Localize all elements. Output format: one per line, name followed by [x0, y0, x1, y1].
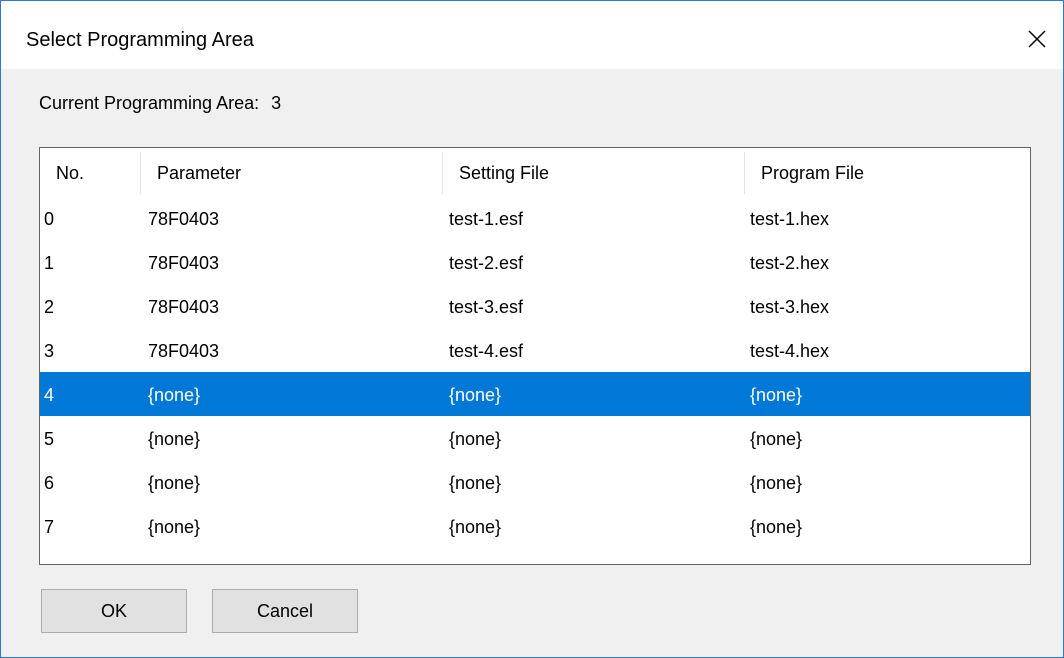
cell-setting-file: {none}: [449, 517, 502, 537]
cell-parameter: {none}: [148, 473, 201, 493]
select-programming-area-dialog: Select Programming Area Current Programm…: [0, 0, 1064, 658]
cell-program-file: test-1.hex: [750, 209, 830, 229]
cell-no: 7: [44, 517, 55, 537]
programming-area-list[interactable]: No. Parameter Setting File Program File …: [39, 147, 1031, 565]
column-header-parameter[interactable]: Parameter: [141, 148, 442, 196]
close-button[interactable]: [1017, 19, 1057, 59]
cell-setting-file: {none}: [449, 385, 502, 405]
cell-program-file: {none}: [750, 473, 803, 493]
cell-setting-file: {none}: [449, 429, 502, 449]
cell-parameter: {none}: [148, 429, 201, 449]
table-row-selected[interactable]: 4 {none} {none} {none}: [40, 372, 1030, 416]
cell-setting-file: {none}: [449, 473, 502, 493]
cell-setting-file: test-4.esf: [449, 341, 524, 361]
table-row[interactable]: 5 {none} {none} {none}: [40, 416, 1030, 460]
table-row[interactable]: 3 78F0403 test-4.esf test-4.hex: [40, 328, 1030, 372]
cell-program-file: test-3.hex: [750, 297, 830, 317]
cell-no: 2: [44, 297, 55, 317]
current-area-label: Current Programming Area:: [39, 93, 260, 113]
column-header-no[interactable]: No.: [40, 148, 140, 196]
cell-parameter: {none}: [148, 517, 201, 537]
cell-parameter: {none}: [148, 385, 201, 405]
current-programming-area: Current Programming Area: 3: [39, 93, 281, 114]
cell-no: 3: [44, 341, 55, 361]
ok-button[interactable]: OK: [41, 589, 187, 633]
cell-parameter: 78F0403: [148, 253, 220, 273]
cell-program-file: {none}: [750, 517, 803, 537]
list-header: No. Parameter Setting File Program File: [40, 148, 1030, 196]
current-area-value: 3: [271, 93, 282, 113]
cell-no: 6: [44, 473, 55, 493]
cell-setting-file: test-3.esf: [449, 297, 524, 317]
table-row[interactable]: 1 78F0403 test-2.esf test-2.hex: [40, 240, 1030, 284]
table-row[interactable]: 2 78F0403 test-3.esf test-3.hex: [40, 284, 1030, 328]
column-header-setting-file[interactable]: Setting File: [443, 148, 744, 196]
table-row[interactable]: 7 {none} {none} {none}: [40, 504, 1030, 548]
cell-parameter: 78F0403: [148, 297, 220, 317]
table-row[interactable]: 0 78F0403 test-1.esf test-1.hex: [40, 196, 1030, 240]
cell-no: 4: [44, 385, 55, 405]
cancel-button[interactable]: Cancel: [212, 589, 358, 633]
title-bar: Select Programming Area: [1, 1, 1063, 69]
cell-program-file: {none}: [750, 385, 803, 405]
cell-no: 5: [44, 429, 55, 449]
column-header-program-file[interactable]: Program File: [745, 148, 1030, 196]
cell-setting-file: test-2.esf: [449, 253, 524, 273]
cell-program-file: test-2.hex: [750, 253, 830, 273]
close-icon: [1028, 30, 1046, 48]
cell-no: 1: [44, 253, 55, 273]
cell-program-file: test-4.hex: [750, 341, 830, 361]
cell-no: 0: [44, 209, 55, 229]
dialog-title: Select Programming Area: [26, 29, 254, 51]
table-row[interactable]: 6 {none} {none} {none}: [40, 460, 1030, 504]
cell-parameter: 78F0403: [148, 341, 220, 361]
cell-parameter: 78F0403: [148, 209, 220, 229]
cell-program-file: {none}: [750, 429, 803, 449]
cell-setting-file: test-1.esf: [449, 209, 524, 229]
